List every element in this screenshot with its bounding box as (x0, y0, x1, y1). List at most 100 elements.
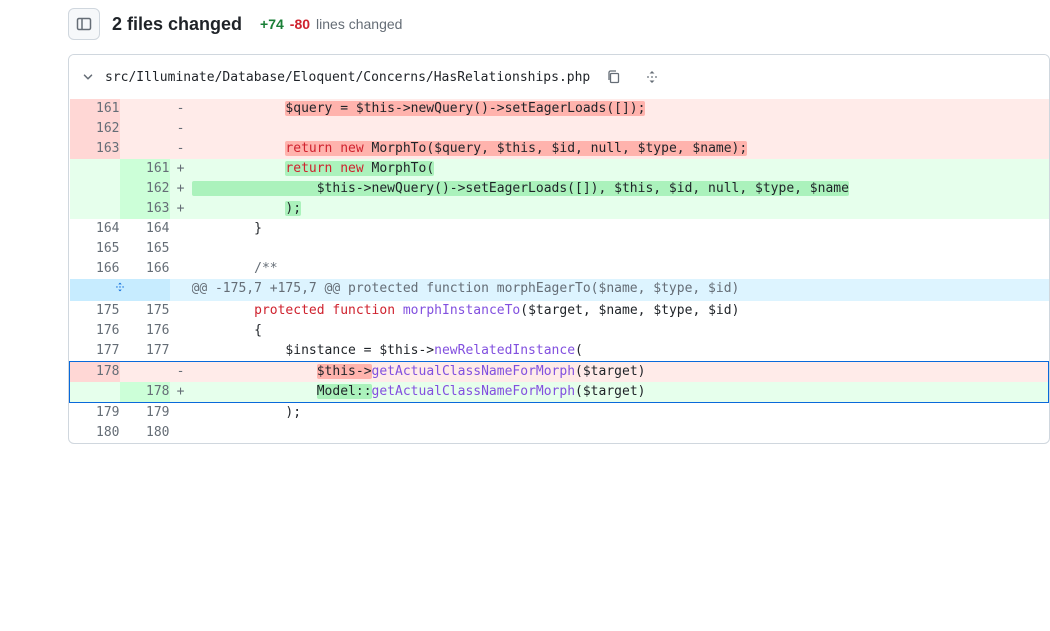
diff-marker: + (170, 179, 192, 199)
line-number-old[interactable]: 163 (70, 139, 120, 159)
diff-marker: + (170, 382, 192, 403)
line-number-old[interactable]: 176 (70, 321, 120, 341)
copy-path-button[interactable] (600, 63, 628, 91)
code-content: $this->getActualClassNameForMorph($targe… (192, 362, 1049, 383)
line-number-old[interactable]: 178 (70, 362, 120, 383)
expand-all-button[interactable] (638, 63, 666, 91)
line-number-old[interactable]: 164 (70, 219, 120, 239)
diff-marker: - (170, 119, 192, 139)
line-number-old[interactable]: 166 (70, 259, 120, 279)
chevron-down-icon (81, 70, 95, 84)
diff-line[interactable]: 161 - $query = $this->newQuery()->setEage… (70, 99, 1049, 119)
line-number-old[interactable]: 165 (70, 239, 120, 259)
diff-line[interactable]: 162+ $this->newQuery()->setEagerLoads([]… (70, 179, 1049, 199)
diff-line[interactable]: 177177 $instance = $this->newRelatedInst… (70, 341, 1049, 362)
lines-changed-label: lines changed (316, 16, 402, 32)
diff-marker: - (170, 362, 192, 383)
code-content: /** (192, 259, 1049, 279)
code-content (192, 119, 1049, 139)
diff-line[interactable]: 178+ Model::getActualClassNameForMorph($… (70, 382, 1049, 403)
diff-line[interactable]: 176176 { (70, 321, 1049, 341)
line-number-new[interactable] (120, 139, 170, 159)
diff-line[interactable]: 175175 protected function morphInstanceT… (70, 301, 1049, 321)
code-content: ); (192, 199, 1049, 219)
line-number-old[interactable] (70, 382, 120, 403)
code-content: Model::getActualClassNameForMorph($targe… (192, 382, 1049, 403)
diff-line[interactable]: 163+ ); (70, 199, 1049, 219)
hunk-header: @@ -175,7 +175,7 @@ protected function m… (192, 279, 1049, 301)
diff-line[interactable]: 178 - $this->getActualClassNameForMorph($… (70, 362, 1049, 383)
file-path[interactable]: src/Illuminate/Database/Eloquent/Concern… (105, 70, 590, 85)
diff-file: src/Illuminate/Database/Eloquent/Concern… (68, 54, 1050, 444)
line-number-old[interactable]: 161 (70, 99, 120, 119)
diff-marker: + (170, 159, 192, 179)
line-number-new[interactable]: 162 (120, 179, 170, 199)
copy-icon (606, 69, 622, 85)
line-number-old[interactable]: 177 (70, 341, 120, 362)
diff-line[interactable]: 179179 ); (70, 403, 1049, 424)
code-content: { (192, 321, 1049, 341)
expand-icon (112, 279, 128, 295)
code-content: } (192, 219, 1049, 239)
code-content: $query = $this->newQuery()->setEagerLoad… (192, 99, 1049, 119)
code-content: $instance = $this->newRelatedInstance( (192, 341, 1049, 362)
code-content: return new MorphTo( (192, 159, 1049, 179)
expand-hunk-button[interactable] (70, 279, 170, 301)
diff-marker (170, 301, 192, 321)
diff-marker: + (170, 199, 192, 219)
line-number-new[interactable] (120, 362, 170, 383)
line-number-new[interactable]: 180 (120, 423, 170, 443)
diff-line[interactable]: 162 - (70, 119, 1049, 139)
line-number-old[interactable] (70, 179, 120, 199)
additions-count: +74 (260, 16, 284, 32)
line-number-new[interactable] (120, 119, 170, 139)
collapse-file-button[interactable] (81, 70, 95, 84)
line-number-new[interactable]: 179 (120, 403, 170, 424)
code-content: return new MorphTo($query, $this, $id, n… (192, 139, 1049, 159)
line-number-new[interactable]: 161 (120, 159, 170, 179)
line-number-old[interactable]: 162 (70, 119, 120, 139)
line-number-new[interactable]: 164 (120, 219, 170, 239)
diff-marker (170, 279, 192, 301)
diff-line[interactable]: 180180 (70, 423, 1049, 443)
line-number-old[interactable]: 175 (70, 301, 120, 321)
line-number-old[interactable]: 179 (70, 403, 120, 424)
line-number-new[interactable]: 176 (120, 321, 170, 341)
deletions-count: -80 (290, 16, 310, 32)
diff-marker (170, 403, 192, 424)
diff-line[interactable]: 165165 (70, 239, 1049, 259)
diff-table: 161- $query = $this->newQuery()->setEage… (69, 99, 1049, 443)
line-number-new[interactable]: 166 (120, 259, 170, 279)
diff-line[interactable]: 163- return new MorphTo($query, $this, $… (70, 139, 1049, 159)
files-changed-count[interactable]: 2 files changed (112, 14, 242, 35)
diff-marker: - (170, 99, 192, 119)
diff-summary-bar: 2 files changed +74 -80 lines changed (68, 0, 1050, 54)
diff-marker (170, 341, 192, 362)
line-number-new[interactable]: 177 (120, 341, 170, 362)
file-header: src/Illuminate/Database/Eloquent/Concern… (69, 55, 1049, 99)
line-number-new[interactable]: 165 (120, 239, 170, 259)
diff-line[interactable]: 161+ return new MorphTo( (70, 159, 1049, 179)
line-number-new[interactable] (120, 99, 170, 119)
code-content (192, 423, 1049, 443)
diff-marker (170, 321, 192, 341)
line-number-new[interactable]: 163 (120, 199, 170, 219)
code-content: protected function morphInstanceTo($targ… (192, 301, 1049, 321)
side-panel-icon (76, 16, 92, 32)
diff-line[interactable]: 164164 } (70, 219, 1049, 239)
diff-line[interactable]: @@ -175,7 +175,7 @@ protected function m… (70, 279, 1049, 301)
diff-marker (170, 239, 192, 259)
toggle-file-tree-button[interactable] (68, 8, 100, 40)
line-number-old[interactable]: 180 (70, 423, 120, 443)
code-content (192, 239, 1049, 259)
diff-marker (170, 423, 192, 443)
code-content: ); (192, 403, 1049, 424)
line-number-new[interactable]: 175 (120, 301, 170, 321)
line-number-old[interactable] (70, 159, 120, 179)
diff-marker (170, 219, 192, 239)
line-number-new[interactable]: 178 (120, 382, 170, 403)
line-number-old[interactable] (70, 199, 120, 219)
diff-line[interactable]: 166166 /** (70, 259, 1049, 279)
code-content: $this->newQuery()->setEagerLoads([]), $t… (192, 179, 1049, 199)
expand-collapse-icon (644, 69, 660, 85)
